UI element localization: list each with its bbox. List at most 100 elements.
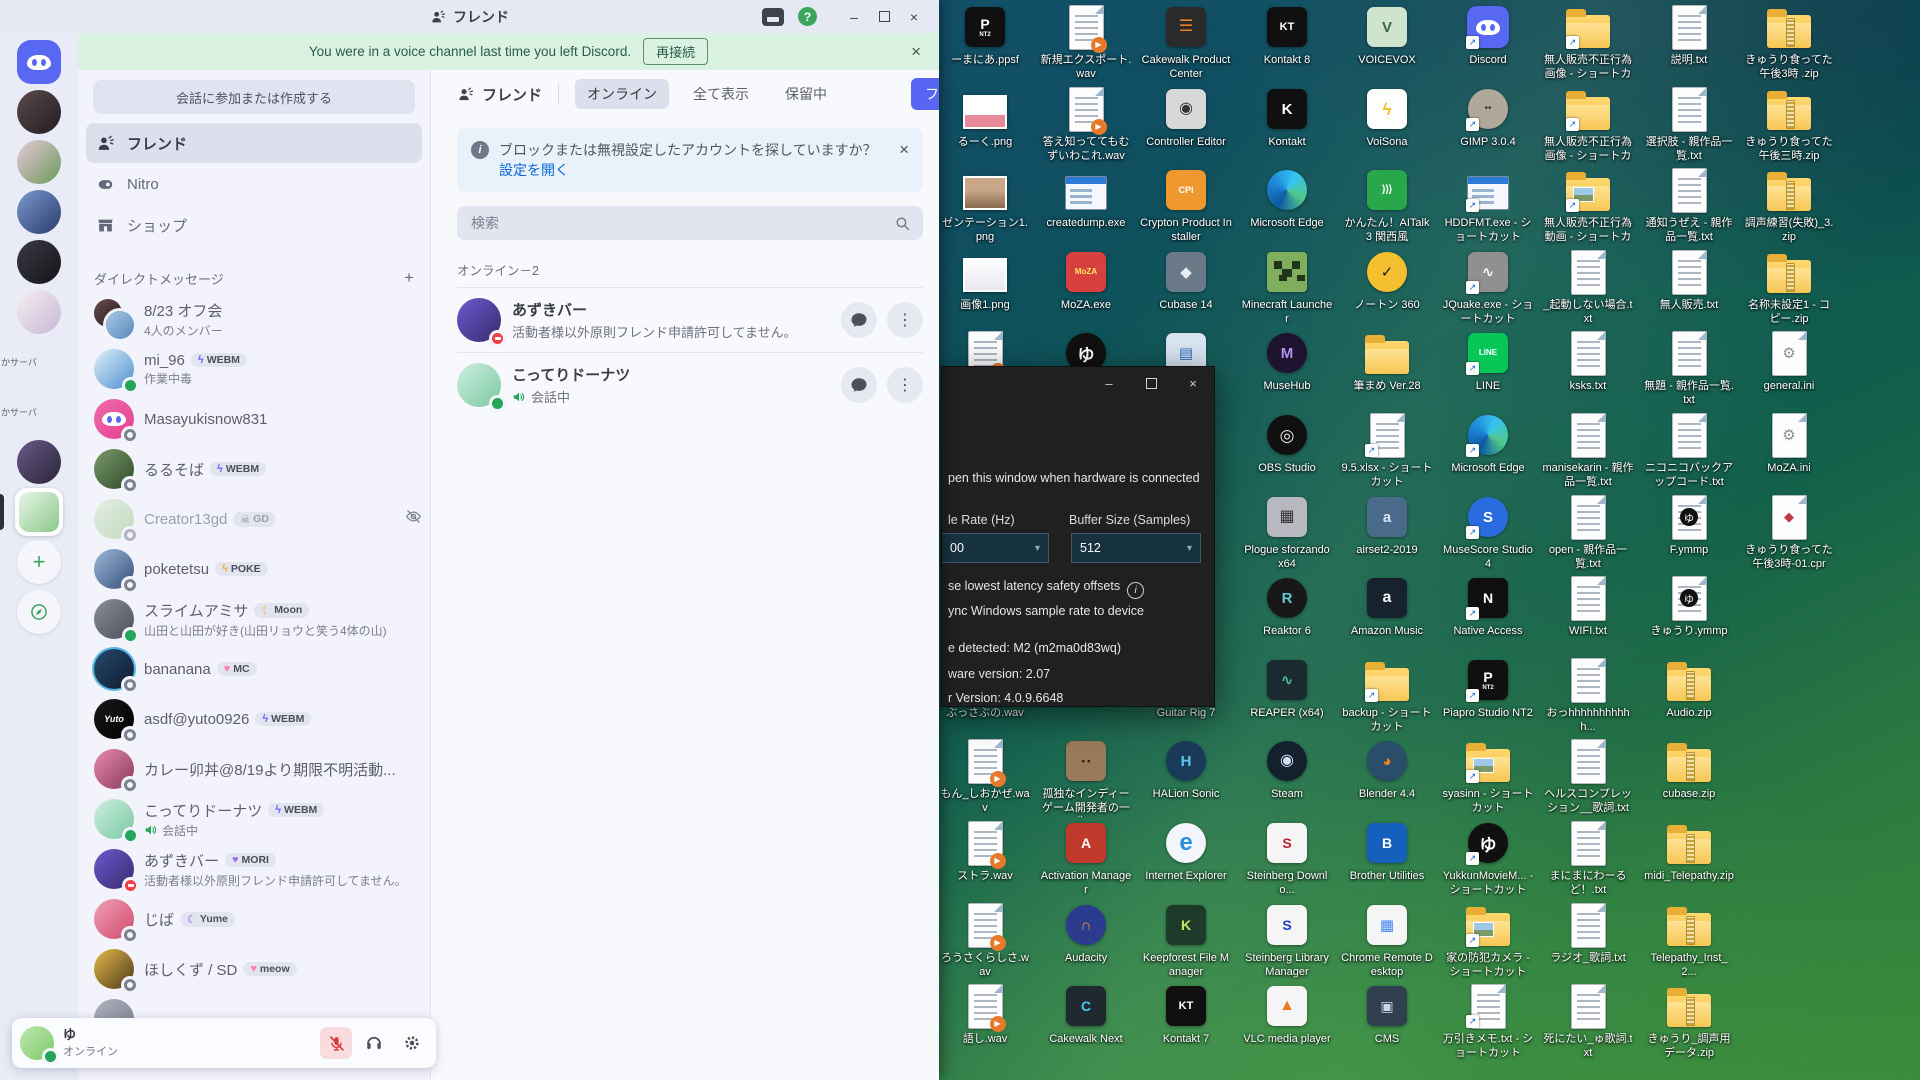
desktop-icon[interactable]: KKontakt bbox=[1239, 86, 1335, 149]
search-input[interactable] bbox=[469, 214, 894, 232]
desktop-icon[interactable]: PNT2ーまにあ.ppsf bbox=[937, 4, 1033, 67]
desktop-icon[interactable]: ↗無人販売不正行為画像 - ショートカット bbox=[1540, 86, 1636, 165]
sidebar-item-nitro[interactable]: Nitro bbox=[86, 164, 422, 204]
dm-list-item[interactable]: Masayukisnow831 bbox=[78, 394, 430, 444]
desktop-icon[interactable]: おっhhhhhhhhhhh... bbox=[1540, 657, 1636, 734]
desktop-icon[interactable]: Microsoft Edge bbox=[1239, 167, 1335, 230]
desktop-icon[interactable]: まにまにわーるど！.txt bbox=[1540, 820, 1636, 897]
add-server-button[interactable]: + bbox=[17, 540, 61, 584]
desktop-icon[interactable]: • •孤独なインディーゲーム開発者の一生... bbox=[1038, 738, 1134, 817]
desktop-icon[interactable]: open - 親作品一覧.txt bbox=[1540, 494, 1636, 571]
minimize-button[interactable]: – bbox=[839, 4, 869, 30]
desktop-icon[interactable]: ↗9.5.xlsx - ショートカット bbox=[1339, 412, 1435, 489]
desktop-icon[interactable]: ◆Cubase 14 bbox=[1138, 249, 1234, 312]
notice-close-icon[interactable]: × bbox=[899, 140, 909, 160]
friend-row[interactable]: こってりドーナツ会話中⋮ bbox=[431, 353, 939, 417]
desktop-icon[interactable]: HHALion Sonic bbox=[1138, 738, 1234, 801]
desktop-icon[interactable]: ↗家の防犯カメラ - ショートカット bbox=[1440, 902, 1536, 979]
tab-all[interactable]: 全て表示 bbox=[681, 79, 761, 109]
lowest-latency-checkbox-label[interactable]: se lowest latency safety offsetsi bbox=[948, 579, 1144, 599]
desktop-icon[interactable]: ▦Chrome Remote Desktop bbox=[1339, 902, 1435, 979]
dialog-close-button[interactable]: × bbox=[1172, 367, 1214, 399]
discord-titlebar[interactable]: フレンド ? – × bbox=[0, 0, 939, 33]
desktop-icon[interactable]: PNT2↗Piapro Studio NT2 bbox=[1440, 657, 1536, 720]
desktop-icon[interactable]: ▲VLC media player bbox=[1239, 983, 1335, 1046]
desktop-icon[interactable]: 筆まめ Ver.28 bbox=[1339, 330, 1435, 393]
settings-gear-button[interactable] bbox=[396, 1027, 428, 1059]
desktop-icon[interactable]: ◉Steam bbox=[1239, 738, 1335, 801]
desktop-icon[interactable]: BBrother Utilities bbox=[1339, 820, 1435, 883]
desktop-icon[interactable]: ↗HDDFMT.exe - ショートカット bbox=[1440, 167, 1536, 244]
server-item-selected[interactable] bbox=[15, 488, 63, 536]
server-item[interactable] bbox=[17, 240, 61, 284]
desktop-icon[interactable]: ▶ろうさくらしさ.wav bbox=[937, 902, 1033, 979]
tab-pending[interactable]: 保留中 bbox=[773, 79, 839, 109]
desktop-icon[interactable]: 死にたい_ゅ歌詞.txt bbox=[1540, 983, 1636, 1060]
desktop-icon[interactable]: KTKontakt 7 bbox=[1138, 983, 1234, 1046]
desktop-icon[interactable]: ニコニコバックアップコード.txt bbox=[1641, 412, 1737, 489]
desktop-icon[interactable]: ↗無人販売不正行為動画 - ショートカット bbox=[1540, 167, 1636, 246]
server-item[interactable] bbox=[17, 190, 61, 234]
desktop-icon[interactable]: aAmazon Music bbox=[1339, 575, 1435, 638]
desktop-icon[interactable]: SSteinberg Downlo... bbox=[1239, 820, 1335, 897]
desktop-icon[interactable]: )))かんたん！AITalk 3 関西風 bbox=[1339, 167, 1435, 244]
server-folder-label[interactable]: かサーバ bbox=[1, 406, 37, 419]
desktop-icon[interactable]: ◎OBS Studio bbox=[1239, 412, 1335, 475]
desktop-icon[interactable]: ksks.txt bbox=[1540, 330, 1636, 393]
desktop-icon[interactable]: midi_Telepathy.zip bbox=[1641, 820, 1737, 883]
desktop-icon[interactable]: 通知うぜえ - 親作品一覧.txt bbox=[1641, 167, 1737, 244]
desktop-icon[interactable]: ⚙general.ini bbox=[1741, 330, 1837, 393]
dialog-maximize-button[interactable] bbox=[1130, 367, 1172, 399]
dm-list-item[interactable]: こってりドーナツϟWEBM会話中 bbox=[78, 794, 430, 844]
sidebar-item-shop[interactable]: ショップ bbox=[86, 205, 422, 245]
desktop-icon[interactable]: ∿↗JQuake.exe - ショートカット bbox=[1440, 249, 1536, 326]
desktop-icon[interactable]: 画像1.png bbox=[937, 249, 1033, 312]
avatar[interactable] bbox=[20, 1026, 54, 1060]
desktop-icon[interactable]: ▶新規エクスポート.wav bbox=[1038, 4, 1134, 81]
reconnect-button[interactable]: 再接続 bbox=[643, 38, 708, 65]
desktop-icon[interactable]: ▶ストラ.wav bbox=[937, 820, 1033, 883]
desktop-icon[interactable]: AActivation Manager bbox=[1038, 820, 1134, 897]
help-icon[interactable]: ? bbox=[798, 7, 817, 26]
more-options-button[interactable]: ⋮ bbox=[887, 367, 923, 403]
message-button[interactable] bbox=[841, 302, 877, 338]
dm-list-item[interactable]: スライムアミサ☾Moon山田と山田が好き(山田リョウと笑う4体の山) bbox=[78, 594, 430, 644]
desktop-icon[interactable]: LINE↗LINE bbox=[1440, 330, 1536, 393]
desktop-icon[interactable]: S↗MuseScore Studio 4 bbox=[1440, 494, 1536, 571]
deafen-button[interactable] bbox=[358, 1027, 390, 1059]
desktop-icon[interactable]: ↗syasinn - ショートカット bbox=[1440, 738, 1536, 815]
desktop-icon[interactable]: ゆきゅうり.ymmp bbox=[1641, 575, 1737, 638]
dm-list-item[interactable]: Yutoasdf@yuto0926ϟWEBM bbox=[78, 694, 430, 744]
desktop-icon[interactable]: 無人販売.txt bbox=[1641, 249, 1737, 312]
server-folder-label[interactable]: かサーバ bbox=[1, 356, 37, 369]
desktop-icon[interactable]: ◆きゅうり食ってた午後3時-01.cpr bbox=[1741, 494, 1837, 571]
desktop-icon[interactable]: WIFI.txt bbox=[1540, 575, 1636, 638]
explore-servers-button[interactable] bbox=[17, 590, 61, 634]
desktop-icon[interactable]: aairset2-2019 bbox=[1339, 494, 1435, 557]
desktop-icon[interactable]: ↗無人販売不正行為画像 - ショートカッ... bbox=[1540, 4, 1636, 83]
desktop-icon[interactable]: 選択肢 - 親作品一覧.txt bbox=[1641, 86, 1737, 163]
sample-rate-dropdown[interactable]: 00 ▾ bbox=[942, 533, 1049, 563]
desktop-icon[interactable]: VVOICEVOX bbox=[1339, 4, 1435, 67]
friends-search[interactable] bbox=[457, 206, 923, 240]
open-settings-link[interactable]: 設定を開く bbox=[499, 162, 569, 178]
open-on-connect-label[interactable]: pen this window when hardware is connect… bbox=[948, 471, 1200, 485]
more-options-button[interactable]: ⋮ bbox=[887, 302, 923, 338]
desktop-icon[interactable]: きゅうり食ってた午後3時 .zip bbox=[1741, 4, 1837, 81]
desktop-icon[interactable]: ••↗GIMP 3.0.4 bbox=[1440, 86, 1536, 149]
desktop-icon[interactable]: ▣CMS bbox=[1339, 983, 1435, 1046]
inbox-icon[interactable] bbox=[762, 8, 784, 26]
friend-row[interactable]: あずきバー活動者様以外原則フレンド申請許可してません。⋮ bbox=[431, 288, 939, 352]
desktop-icon[interactable]: SSteinberg Library Manager bbox=[1239, 902, 1335, 979]
desktop-icon[interactable]: MoZAMoZA.exe bbox=[1038, 249, 1134, 312]
desktop-icon[interactable]: ↗万引きメモ.txt - ショートカット bbox=[1440, 983, 1536, 1060]
desktop-icon[interactable]: N↗Native Access bbox=[1440, 575, 1536, 638]
user-panel[interactable]: ゆ オンライン bbox=[12, 1018, 436, 1068]
desktop-icon[interactable]: ↗backup - ショートカット bbox=[1339, 657, 1435, 734]
desktop-icon[interactable]: cubase.zip bbox=[1641, 738, 1737, 801]
desktop-icon[interactable]: ゆ↗YukkunMovieM... - ショートカット bbox=[1440, 820, 1536, 897]
tab-online[interactable]: オンライン bbox=[575, 79, 669, 109]
buffer-size-dropdown[interactable]: 512 ▾ bbox=[1071, 533, 1201, 563]
server-item[interactable] bbox=[17, 290, 61, 334]
server-item[interactable] bbox=[17, 90, 61, 134]
